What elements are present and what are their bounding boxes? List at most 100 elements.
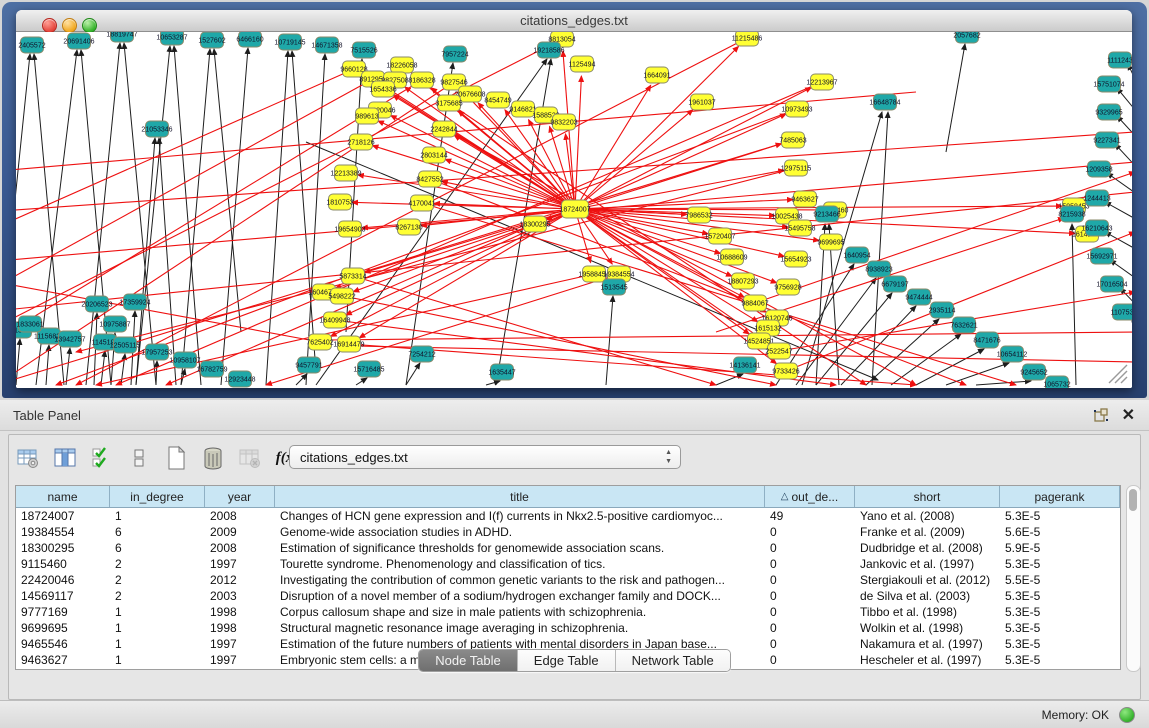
graph-node[interactable]: 2718126 [347, 134, 374, 150]
graph-node[interactable]: 17016504 [1096, 276, 1127, 292]
graph-node[interactable]: 1833061 [16, 316, 43, 332]
table-row[interactable]: 1830029562008Estimation of significance … [16, 540, 1120, 556]
graph-node[interactable]: 18807293 [727, 273, 758, 289]
table-cell[interactable]: Disruption of a novel member of a sodium… [275, 589, 765, 603]
table-cell[interactable]: 1998 [205, 621, 275, 635]
table-cell[interactable]: 49 [765, 509, 855, 523]
table-cell[interactable]: 22420046 [16, 573, 110, 587]
table-cell[interactable]: 6 [110, 525, 205, 539]
column-header-title[interactable]: title [275, 486, 765, 507]
table-scrollbar-thumb[interactable] [1129, 489, 1137, 511]
graph-node[interactable]: 14671358 [311, 37, 342, 53]
graph-node[interactable]: 7632621 [950, 317, 977, 333]
graph-node[interactable]: 8427552 [416, 171, 443, 187]
table-cell[interactable]: 6 [110, 541, 205, 555]
graph-node[interactable]: 18724007 [559, 200, 590, 218]
table-cell[interactable]: Dudbridge et al. (2008) [855, 541, 1000, 555]
table-cell[interactable]: 1 [110, 605, 205, 619]
graph-node[interactable]: 8215938 [1058, 206, 1085, 222]
table-row[interactable]: 977716911998Corpus callosum shape and si… [16, 604, 1120, 620]
float-window-icon[interactable] [1093, 407, 1109, 423]
graph-node[interactable]: 16210643 [1081, 220, 1112, 236]
column-header-short[interactable]: short [855, 486, 1000, 507]
table-cell[interactable]: 5.3E-5 [1000, 557, 1120, 571]
table-row[interactable]: 969969511998Structural magnetic resonanc… [16, 620, 1120, 636]
close-panel-icon[interactable]: ✕ [1122, 405, 1135, 425]
table-cell[interactable]: Genome-wide association studies in ADHD. [275, 525, 765, 539]
graph-node[interactable]: 15751074 [1093, 76, 1124, 92]
table-row[interactable]: 2242004622012Investigating the contribut… [16, 572, 1120, 588]
table-cell[interactable]: 0 [765, 605, 855, 619]
graph-node[interactable]: 1065732 [1043, 376, 1070, 388]
table-cell[interactable]: 2003 [205, 589, 275, 603]
graph-node[interactable]: 21053346 [141, 121, 172, 137]
graph-node[interactable]: 1810753 [326, 194, 353, 210]
graph-node[interactable]: 10975887 [99, 316, 130, 332]
graph-node[interactable]: 10653287 [156, 32, 187, 45]
table-cell[interactable]: 2012 [205, 573, 275, 587]
graph-node[interactable]: 1640954 [843, 247, 870, 263]
graph-node[interactable]: 10719145 [274, 34, 305, 50]
table-cell[interactable]: 1 [110, 621, 205, 635]
graph-node[interactable]: 9733426 [772, 363, 799, 379]
graph-node[interactable]: 9832203 [550, 114, 577, 130]
graph-node[interactable]: 8267130 [395, 219, 422, 235]
graph-node[interactable]: 16648784 [869, 94, 900, 110]
graph-node[interactable]: 9213466 [813, 206, 840, 222]
graph-node[interactable]: 7986532 [685, 207, 712, 223]
table-cell[interactable]: 0 [765, 621, 855, 635]
table-cell[interactable]: 1 [110, 509, 205, 523]
graph-node[interactable]: 9329965 [1095, 104, 1122, 120]
graph-node[interactable]: 9457791 [295, 357, 322, 373]
table-cell[interactable]: 0 [765, 557, 855, 571]
graph-node[interactable]: 9884067 [741, 295, 768, 311]
graph-node[interactable]: 18226058 [386, 57, 417, 73]
graph-node[interactable]: 9756928 [774, 279, 801, 295]
table-cell[interactable]: 2 [110, 573, 205, 587]
graph-node[interactable]: 17359924 [119, 294, 150, 310]
graph-node[interactable]: 5873314 [339, 268, 366, 284]
graph-node[interactable]: 1664091 [643, 67, 670, 83]
graph-node[interactable]: 19218586 [533, 42, 564, 58]
table-cell[interactable]: 5.9E-5 [1000, 541, 1120, 555]
graph-node[interactable]: 14136141 [729, 357, 760, 373]
column-settings-icon[interactable] [52, 445, 78, 471]
column-header-name[interactable]: name [16, 486, 110, 507]
table-cell[interactable]: Wolkin et al. (1998) [855, 621, 1000, 635]
graph-node[interactable]: 10654112 [997, 346, 1028, 362]
graph-node[interactable]: 7625402 [306, 334, 333, 350]
delete-rows-icon[interactable] [200, 445, 226, 471]
graph-node[interactable]: 16409948 [319, 312, 350, 328]
graph-node[interactable]: 10973493 [781, 101, 812, 117]
graph-node[interactable]: 2803144 [420, 147, 447, 163]
table-cell[interactable]: Tourette syndrome. Phenomenology and cla… [275, 557, 765, 571]
graph-node[interactable]: 7485063 [779, 132, 806, 148]
table-cell[interactable]: Stergiakouli et al. (2012) [855, 573, 1000, 587]
graph-node[interactable]: 989613 [355, 108, 378, 124]
table-settings-icon[interactable] [15, 445, 41, 471]
graph-node[interactable]: 9699695 [817, 234, 844, 250]
table-cell[interactable]: Franke et al. (2009) [855, 525, 1000, 539]
table-cell[interactable]: 9777169 [16, 605, 110, 619]
graph-node[interactable]: 9463627 [791, 191, 818, 207]
table-cell[interactable]: Estimation of significance thresholds fo… [275, 541, 765, 555]
table-row[interactable]: 911546021997Tourette syndrome. Phenomeno… [16, 556, 1120, 572]
table-cell[interactable]: 18724007 [16, 509, 110, 523]
graph-node[interactable]: 6679197 [881, 276, 908, 292]
new-table-icon[interactable] [163, 445, 189, 471]
table-row[interactable]: 1456911722003Disruption of a novel membe… [16, 588, 1120, 604]
graph-node[interactable]: 16782759 [196, 361, 227, 377]
graph-node[interactable]: 12213389 [330, 165, 361, 181]
graph-node[interactable]: 12923448 [224, 371, 255, 387]
graph-node[interactable]: 6466160 [236, 32, 263, 47]
graph-node[interactable]: 9245652 [1020, 364, 1047, 380]
graph-node[interactable]: 1107533 [1111, 304, 1132, 320]
table-cell[interactable]: 5.3E-5 [1000, 589, 1120, 603]
table-cell[interactable]: 9699695 [16, 621, 110, 635]
table-cell[interactable]: 5.6E-5 [1000, 525, 1120, 539]
graph-node[interactable]: 10688609 [716, 249, 747, 265]
table-cell[interactable]: 18300295 [16, 541, 110, 555]
graph-node[interactable]: 5498222 [328, 288, 355, 304]
graph-node[interactable]: 1635447 [488, 364, 515, 380]
table-cell[interactable]: 1998 [205, 605, 275, 619]
